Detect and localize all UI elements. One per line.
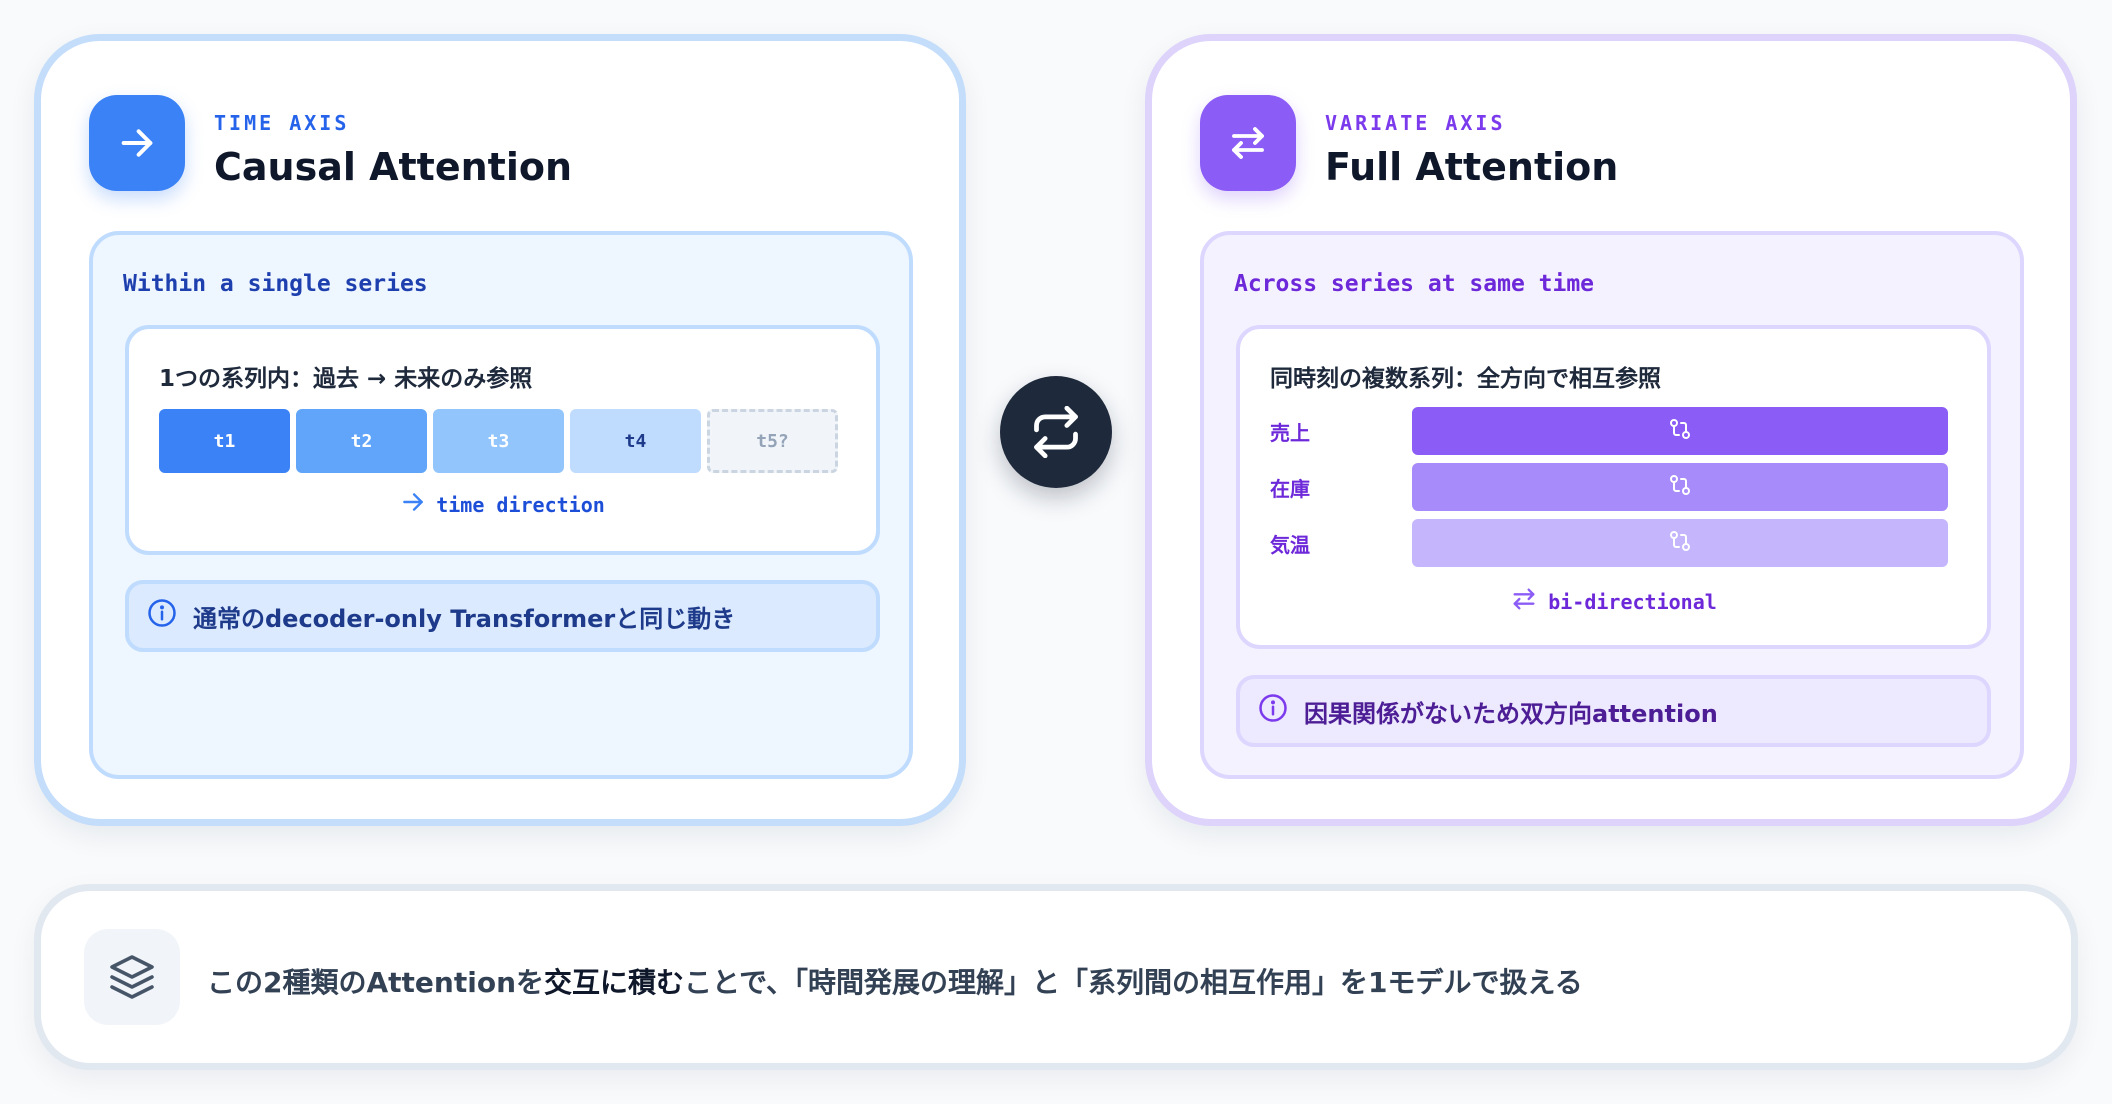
- diagram-subtitle: 1つの系列内：過去 → 未来のみ参照: [159, 366, 533, 392]
- variate-bar: [1412, 407, 1948, 455]
- variate-bar: [1412, 519, 1948, 567]
- variate-label: 気温: [1270, 532, 1310, 557]
- arrows-left-right-icon: [1510, 585, 1538, 618]
- card-title: Causal Attention: [214, 145, 573, 189]
- variate-rows: 売上 在庫 気温: [1270, 407, 1948, 575]
- summary-card: この2種類のAttentionを交互に積むことで、「時間発展の理解」と「系列間の…: [34, 884, 2078, 1070]
- arrows-left-right-icon: [1200, 95, 1296, 191]
- summary-text-after: ことで、「時間発展の理解」と「系列間の相互作用」を1モデルで扱える: [684, 966, 1583, 999]
- direction-label: bi-directional: [1548, 589, 1717, 614]
- summary-emphasis: 交互に積む: [544, 966, 685, 999]
- full-attention-diagram: 同時刻の複数系列：全方向で相互参照 売上 在庫 気温 bi-directiona…: [1236, 325, 1991, 649]
- token-t3: t3: [433, 409, 564, 473]
- info-icon: [1258, 693, 1288, 729]
- inner-heading: Within a single series: [123, 271, 428, 297]
- time-direction: time direction: [129, 489, 876, 520]
- info-note: 通常のdecoder-only Transformerと同じ動き: [125, 580, 880, 652]
- direction-label: time direction: [436, 492, 605, 517]
- diagram-subtitle: 同時刻の複数系列：全方向で相互参照: [1270, 366, 1661, 392]
- variate-row: 在庫: [1270, 463, 1948, 511]
- card-title: Full Attention: [1325, 145, 1619, 189]
- inner-panel: Within a single series 1つの系列内：過去 → 未来のみ参…: [89, 231, 913, 779]
- git-compare-icon: [1668, 529, 1692, 557]
- causal-attention-card: TIME AXIS Causal Attention Within a sing…: [34, 34, 966, 826]
- bi-direction: bi-directional: [1240, 585, 1987, 618]
- info-note: 因果関係がないため双方向attention: [1236, 675, 1991, 747]
- layers-icon: [84, 929, 180, 1025]
- token-t4: t4: [570, 409, 701, 473]
- axis-label: TIME AXIS: [214, 111, 350, 135]
- info-icon: [147, 598, 177, 634]
- variate-label: 在庫: [1270, 476, 1310, 501]
- variate-bar: [1412, 463, 1948, 511]
- inner-heading: Across series at same time: [1234, 271, 1595, 297]
- note-text: 因果関係がないため双方向attention: [1304, 699, 1718, 728]
- token-t2: t2: [296, 409, 427, 473]
- variate-label: 売上: [1270, 420, 1310, 445]
- inner-panel: Across series at same time 同時刻の複数系列：全方向で…: [1200, 231, 2024, 779]
- note-text: 通常のdecoder-only Transformerと同じ動き: [193, 604, 736, 633]
- causal-diagram: 1つの系列内：過去 → 未来のみ参照 t1 t2 t3 t4 t5? time …: [125, 325, 880, 555]
- summary-text-before: この2種類のAttentionを: [207, 966, 544, 999]
- git-compare-icon: [1668, 417, 1692, 445]
- git-compare-icon: [1668, 473, 1692, 501]
- axis-label: VARIATE AXIS: [1325, 111, 1506, 135]
- variate-row: 売上: [1270, 407, 1948, 455]
- repeat-icon: [1000, 376, 1112, 488]
- arrow-right-icon: [89, 95, 185, 191]
- token-sequence: t1 t2 t3 t4 t5?: [159, 409, 838, 473]
- full-attention-card: VARIATE AXIS Full Attention Across serie…: [1145, 34, 2077, 826]
- variate-row: 気温: [1270, 519, 1948, 567]
- token-t1: t1: [159, 409, 290, 473]
- arrow-right-icon: [400, 489, 426, 520]
- token-t5-future: t5?: [707, 409, 838, 473]
- summary-text: この2種類のAttentionを交互に積むことで、「時間発展の理解」と「系列間の…: [207, 961, 1583, 1001]
